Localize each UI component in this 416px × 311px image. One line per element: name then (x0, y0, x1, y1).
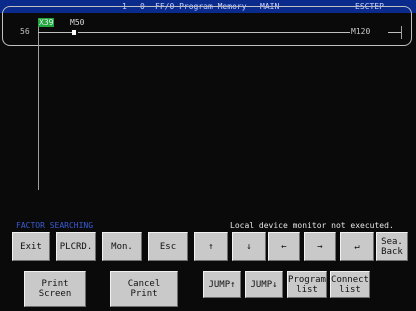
contact-m50[interactable]: M50 (70, 18, 84, 27)
left-power-rail (38, 24, 39, 190)
left-arrow-button[interactable]: ← (268, 232, 300, 261)
jump-down-button[interactable]: JUMP↓ (245, 271, 283, 298)
up-arrow-button[interactable]: ↑ (194, 232, 228, 261)
exit-button[interactable]: Exit (12, 232, 50, 261)
status-mode: FACTOR SEARCHING (16, 221, 94, 230)
right-power-rail (401, 26, 402, 39)
monitor-button[interactable]: Mon. (102, 232, 142, 261)
ladder-cursor-frame (2, 6, 412, 46)
jump-up-button[interactable]: JUMP↑ (203, 271, 241, 298)
ladder-wire (38, 32, 74, 33)
step-number: 56 (20, 27, 30, 36)
enter-button[interactable]: ↵ (340, 232, 374, 261)
connect-list-button[interactable]: Connect list (330, 271, 370, 298)
contact-x39[interactable]: X39 (38, 18, 55, 27)
print-screen-button[interactable]: Print Screen (24, 271, 86, 307)
coil-m120[interactable]: M120 (351, 27, 370, 36)
status-message: Local device monitor not executed. (230, 221, 394, 230)
search-back-button[interactable]: Sea. Back (376, 232, 408, 261)
ladder-cursor (72, 30, 76, 35)
ladder-wire (388, 32, 401, 33)
plc-read-button[interactable]: PLCRD. (56, 232, 96, 261)
program-list-button[interactable]: Program list (287, 271, 327, 298)
escape-button[interactable]: Esc (148, 232, 188, 261)
cancel-print-button[interactable]: Cancel Print (110, 271, 178, 307)
right-arrow-button[interactable]: → (304, 232, 336, 261)
down-arrow-button[interactable]: ↓ (232, 232, 266, 261)
ladder-wire (78, 32, 350, 33)
